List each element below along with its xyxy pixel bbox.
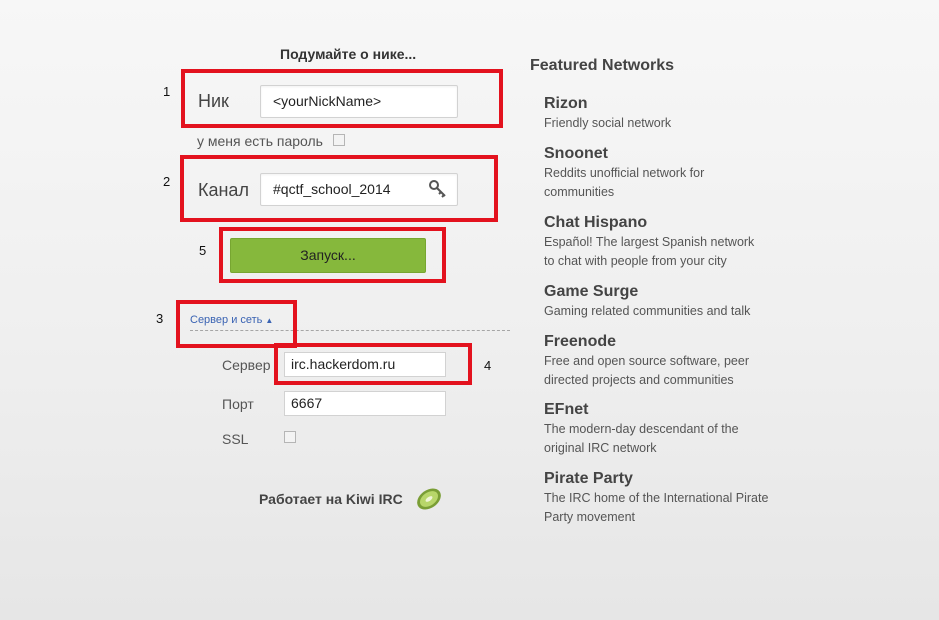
network-description: original IRC network [544,441,657,455]
network-description: communities [544,185,615,199]
network-description: directed projects and communities [544,373,734,387]
network-item-rizon[interactable]: Rizon Friendly social network [544,94,784,133]
annotation-box-server [274,343,472,385]
annotation-number-5: 5 [199,243,207,258]
powered-by-text: Работает на Kiwi IRC [259,491,403,507]
network-description: Friendly social network [544,116,672,130]
featured-networks-title: Featured Networks [530,57,675,74]
annotation-number-1: 1 [163,84,171,99]
form-heading: Подумайте о нике... [280,46,417,62]
network-item-efnet[interactable]: EFnet The modern-day descendant of the o… [544,400,784,458]
network-description: Free and open source software, peer [544,354,749,368]
network-name[interactable]: Rizon [544,94,784,114]
ssl-checkbox[interactable] [284,431,296,443]
port-input[interactable]: 6667 [284,391,446,416]
network-name[interactable]: Freenode [544,332,784,352]
network-name[interactable]: EFnet [544,400,784,420]
network-item-game-surge[interactable]: Game Surge Gaming related communities an… [544,282,784,321]
network-description: Español! The largest Spanish network [544,235,755,249]
network-description: Gaming related communities and talk [544,304,751,318]
port-label: Порт [222,396,254,412]
annotation-number-4: 4 [484,358,492,373]
network-description: The modern-day descendant of the [544,422,739,436]
annotation-box-server-toggle [176,300,297,348]
network-description: Reddits unofficial network for [544,166,705,180]
network-name[interactable]: Game Surge [544,282,784,302]
network-item-pirate-party[interactable]: Pirate Party The IRC home of the Interna… [544,469,784,527]
password-checkbox[interactable] [333,134,345,146]
network-description: to chat with people from your city [544,254,727,268]
network-item-snoonet[interactable]: Snoonet Reddits unofficial network for c… [544,144,784,202]
network-item-freenode[interactable]: Freenode Free and open source software, … [544,332,784,390]
ssl-label: SSL [222,431,249,447]
annotation-number-2: 2 [163,174,171,189]
annotation-box-launch [219,227,446,283]
annotation-number-3: 3 [156,311,164,326]
annotation-box-channel [180,155,498,222]
network-description: Party movement [544,510,636,524]
network-item-chat-hispano[interactable]: Chat Hispano Español! The largest Spanis… [544,213,784,271]
annotation-box-nick [181,69,503,128]
password-checkbox-label: у меня есть пароль [197,133,323,149]
network-name[interactable]: Snoonet [544,144,784,164]
server-label: Сервер [222,357,271,373]
kiwi-logo-icon [414,485,444,518]
network-name[interactable]: Pirate Party [544,469,784,489]
network-name[interactable]: Chat Hispano [544,213,784,233]
network-description: The IRC home of the International Pirate [544,491,769,505]
